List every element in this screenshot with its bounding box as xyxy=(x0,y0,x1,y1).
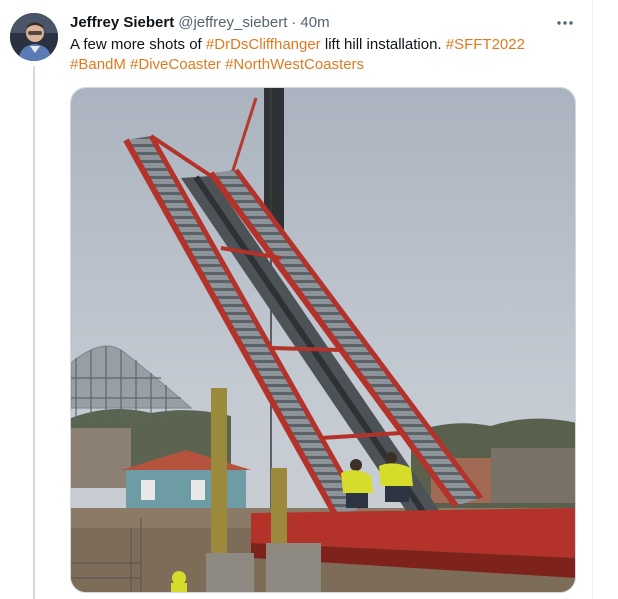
timeline-border xyxy=(592,0,593,599)
thread-connector-line xyxy=(33,66,35,599)
ellipsis-icon xyxy=(557,21,573,25)
hashtag-link[interactable]: #NorthWestCoasters xyxy=(225,56,364,73)
author-handle[interactable]: @jeffrey_siebert xyxy=(178,13,287,33)
hashtag-link[interactable]: #BandM xyxy=(70,56,126,73)
tweet-header: Jeffrey Siebert @jeffrey_siebert · 40m xyxy=(70,13,330,33)
hashtag-link[interactable]: #DiveCoaster xyxy=(130,56,221,73)
tweet-text-segment: lift hill installation. xyxy=(320,36,446,53)
hashtag-link[interactable]: #DrDsCliffhanger xyxy=(206,36,321,53)
tweet-text-segment: A few more shots of xyxy=(70,36,206,53)
hashtag-link[interactable]: #SFFT2022 xyxy=(446,36,525,53)
header-separator: · xyxy=(291,14,297,31)
tweet-text: A few more shots of #DrDsCliffhanger lif… xyxy=(70,35,580,75)
tweet-page: Jeffrey Siebert @jeffrey_siebert · 40m A… xyxy=(0,0,618,599)
more-options-button[interactable] xyxy=(550,10,580,36)
author-display-name[interactable]: Jeffrey Siebert xyxy=(70,13,174,33)
tweet-timestamp[interactable]: 40m xyxy=(300,13,329,33)
avatar[interactable] xyxy=(10,13,58,61)
tweet-media-photo[interactable] xyxy=(70,87,576,593)
coaster-lift-hill-photo xyxy=(71,88,575,592)
avatar-photo-icon xyxy=(10,13,58,61)
